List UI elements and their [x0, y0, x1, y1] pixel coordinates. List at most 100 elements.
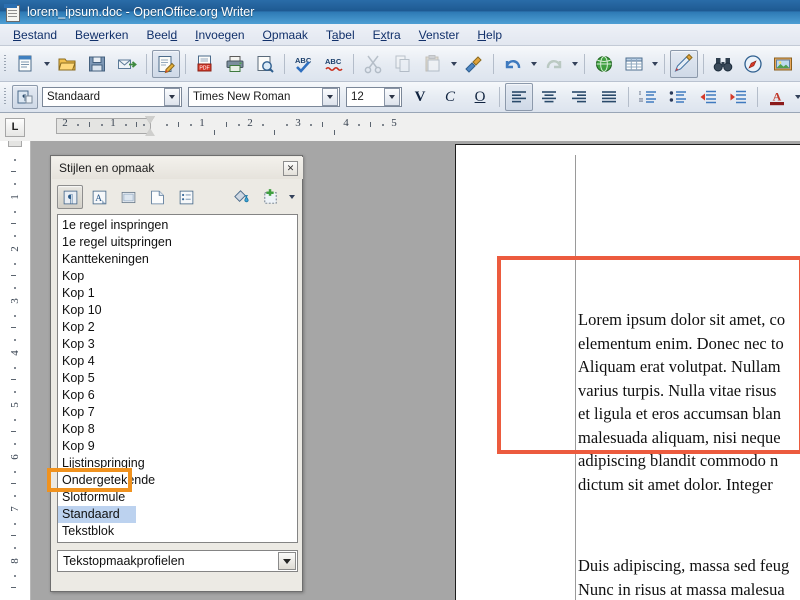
- find-replace-binoculars-icon[interactable]: [709, 50, 737, 78]
- increase-indent-button[interactable]: [724, 83, 752, 111]
- list-item[interactable]: Tekstblok: [58, 523, 297, 540]
- frame-styles-button[interactable]: [115, 185, 141, 209]
- list-styles-button[interactable]: [173, 185, 199, 209]
- cut-icon[interactable]: [359, 50, 387, 78]
- align-left-button[interactable]: [505, 83, 533, 111]
- indent-marker[interactable]: [145, 116, 156, 136]
- page-styles-button[interactable]: [144, 185, 170, 209]
- style-filter-combo[interactable]: Tekstopmaakprofielen: [57, 550, 298, 572]
- paste-dropdown-icon[interactable]: [448, 51, 459, 77]
- list-item[interactable]: Kop 4: [58, 353, 297, 370]
- toolbar-grip[interactable]: [2, 53, 9, 75]
- list-item[interactable]: 1e regel uitspringen: [58, 234, 297, 251]
- bold-button[interactable]: V: [406, 83, 434, 111]
- align-center-button[interactable]: [535, 83, 563, 111]
- list-item[interactable]: Kop: [58, 268, 297, 285]
- list-item[interactable]: Kop 9: [58, 438, 297, 455]
- list-item[interactable]: Slotformule: [58, 489, 297, 506]
- list-item[interactable]: Kanttekeningen: [58, 251, 297, 268]
- apply-style-icon[interactable]: ¶: [12, 85, 38, 109]
- navigator-compass-icon[interactable]: [739, 50, 767, 78]
- italic-button[interactable]: C: [436, 83, 464, 111]
- list-item[interactable]: 1e regel inspringen: [58, 217, 297, 234]
- list-item[interactable]: Lijstinspringing: [58, 455, 297, 472]
- tab-stop-button[interactable]: L: [5, 117, 25, 137]
- list-item[interactable]: Ondergetekende: [58, 472, 297, 489]
- formatting-toolbar-grip[interactable]: [2, 86, 9, 108]
- undo-icon[interactable]: [499, 50, 527, 78]
- decrease-indent-button[interactable]: [694, 83, 722, 111]
- font-size-combo[interactable]: 12: [346, 87, 402, 107]
- close-icon[interactable]: ✕: [283, 160, 298, 176]
- list-item[interactable]: Kop 6: [58, 387, 297, 404]
- character-styles-button[interactable]: A: [86, 185, 112, 209]
- menu-venster[interactable]: Venster: [410, 26, 469, 44]
- print-preview-icon[interactable]: [251, 50, 279, 78]
- paragraph-style-dropdown-button[interactable]: [164, 88, 180, 106]
- numbered-list-button[interactable]: I II: [634, 83, 662, 111]
- table-dropdown-icon[interactable]: [649, 51, 660, 77]
- print-icon[interactable]: [221, 50, 249, 78]
- hyperlink-globe-icon[interactable]: [590, 50, 618, 78]
- edit-file-icon[interactable]: [152, 49, 180, 78]
- open-folder-icon[interactable]: [53, 50, 81, 78]
- tab-stop-selector[interactable]: L: [0, 113, 30, 142]
- bulleted-list-button[interactable]: [664, 83, 692, 111]
- document-paragraph[interactable]: Lorem ipsum dolor sit amet, co elementum…: [578, 308, 800, 496]
- paragraph-styles-button[interactable]: ¶: [57, 185, 83, 209]
- undo-dropdown-icon[interactable]: [528, 51, 539, 77]
- list-item-selected[interactable]: Standaard: [58, 506, 136, 523]
- font-name-combo[interactable]: Times New Roman: [188, 87, 340, 107]
- menu-extra[interactable]: Extra: [364, 26, 410, 44]
- autospellcheck-icon[interactable]: ABC: [320, 50, 348, 78]
- document-body[interactable]: Lorem ipsum dolor sit amet, co elementum…: [578, 261, 800, 600]
- list-item[interactable]: Kop 3: [58, 336, 297, 353]
- styles-and-formatting-dialog[interactable]: Stijlen en opmaak ✕ ¶ A 1e regel insprin…: [50, 155, 303, 592]
- vertical-ruler[interactable]: 1 2 3 4 5 6 7 8 9: [0, 141, 31, 600]
- font-color-dropdown[interactable]: [792, 84, 800, 110]
- fill-format-mode-button[interactable]: [228, 185, 254, 209]
- spellcheck-icon[interactable]: ABC: [290, 50, 318, 78]
- new-style-dropdown[interactable]: [286, 186, 298, 208]
- underline-button[interactable]: O: [466, 83, 494, 111]
- list-item[interactable]: Tekstblok inspringen: [58, 540, 297, 542]
- paragraph-style-combo[interactable]: Standaard: [42, 87, 182, 107]
- font-name-dropdown-button[interactable]: [322, 88, 338, 106]
- clone-formatting-icon[interactable]: [460, 50, 488, 78]
- new-dropdown-icon[interactable]: [41, 51, 52, 77]
- new-style-button[interactable]: [257, 185, 283, 209]
- align-right-button[interactable]: [565, 83, 593, 111]
- email-document-icon[interactable]: [113, 50, 141, 78]
- style-filter-dropdown-button[interactable]: [278, 552, 296, 570]
- list-item[interactable]: Kop 5: [58, 370, 297, 387]
- document-paragraph[interactable]: Duis adipiscing, massa sed feug Nunc in …: [578, 554, 800, 600]
- font-size-dropdown-button[interactable]: [384, 88, 400, 106]
- copy-icon[interactable]: [389, 50, 417, 78]
- menu-invoegen[interactable]: Invoegen: [186, 26, 253, 44]
- show-draw-functions-icon[interactable]: [670, 49, 698, 78]
- font-color-button[interactable]: A: [763, 83, 791, 111]
- styles-list[interactable]: 1e regel inspringen 1e regel uitspringen…: [57, 214, 298, 543]
- paste-icon[interactable]: [419, 50, 447, 78]
- menu-bestand[interactable]: Bestand: [4, 26, 66, 44]
- menu-beeld[interactable]: Beeld: [137, 26, 186, 44]
- menu-help[interactable]: Help: [468, 26, 511, 44]
- redo-icon[interactable]: [540, 50, 568, 78]
- redo-dropdown-icon[interactable]: [569, 51, 580, 77]
- list-item[interactable]: Kop 2: [58, 319, 297, 336]
- list-item[interactable]: Kop 10: [58, 302, 297, 319]
- horizontal-ruler[interactable]: 2 1 1 2 3 4 5: [30, 113, 800, 142]
- menu-bewerken[interactable]: Bewerken: [66, 26, 137, 44]
- list-item[interactable]: Kop 1: [58, 285, 297, 302]
- menu-tabel[interactable]: Tabel: [317, 26, 364, 44]
- align-justified-button[interactable]: [595, 83, 623, 111]
- list-item[interactable]: Kop 7: [58, 404, 297, 421]
- new-document-icon[interactable]: [12, 50, 40, 78]
- list-item[interactable]: Kop 8: [58, 421, 297, 438]
- table-icon[interactable]: [620, 50, 648, 78]
- menu-opmaak[interactable]: Opmaak: [254, 26, 317, 44]
- gallery-picture-icon[interactable]: [769, 50, 797, 78]
- document-page[interactable]: Lorem ipsum dolor sit amet, co elementum…: [455, 144, 800, 600]
- export-pdf-icon[interactable]: PDF: [191, 50, 219, 78]
- save-icon[interactable]: [83, 50, 111, 78]
